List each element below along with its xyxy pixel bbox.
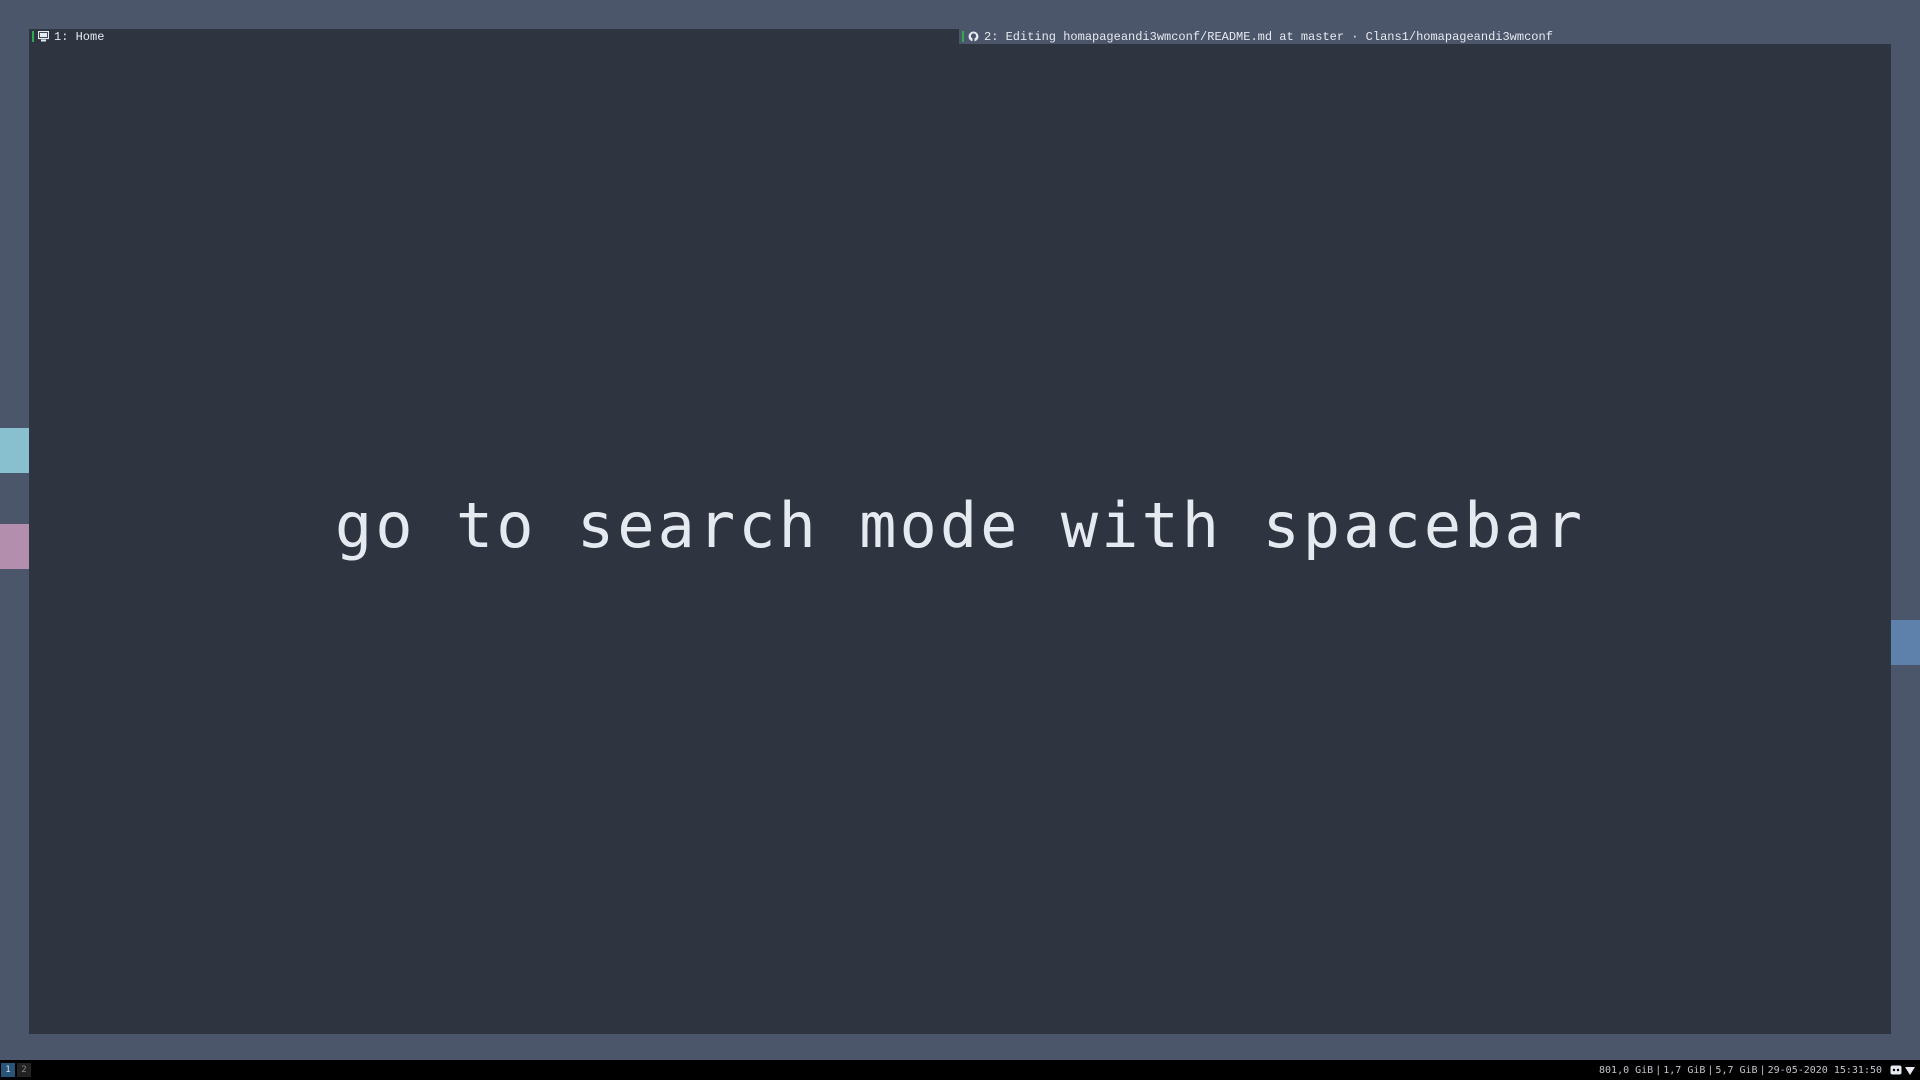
scratchpad-indicator-cyan[interactable]	[0, 428, 29, 473]
tab-marker	[962, 31, 964, 42]
window-content[interactable]: go to search mode with spacebar	[29, 44, 1891, 1034]
window-tab-editing[interactable]: 2: Editing homapageandi3wmconf/README.md…	[959, 29, 1891, 44]
github-icon	[968, 31, 979, 42]
workspace-button-1[interactable]: 1	[1, 1063, 15, 1077]
disk-usage: 801,0 GiB	[1599, 1064, 1654, 1076]
workspace-button-2[interactable]: 2	[17, 1063, 31, 1077]
memory-free: 5,7 GiB	[1715, 1064, 1758, 1076]
system-tray	[1888, 1064, 1916, 1076]
scratchpad-indicator-blue[interactable]	[1891, 620, 1920, 665]
memory-used: 1,7 GiB	[1663, 1064, 1706, 1076]
discord-icon[interactable]	[1890, 1064, 1902, 1076]
tab-marker	[32, 31, 34, 42]
window-tab-label: 1: Home	[54, 29, 105, 44]
main-window[interactable]: 1: Home 2: Editing homapageandi3wmconf/R…	[29, 29, 1891, 1034]
window-tab-label: 2: Editing homapageandi3wmconf/README.md…	[984, 29, 1553, 44]
search-mode-hint: go to search mode with spacebar	[334, 489, 1586, 562]
scratchpad-indicator-pink[interactable]	[0, 524, 29, 569]
window-title-bar: 1: Home 2: Editing homapageandi3wmconf/R…	[29, 29, 1891, 44]
status-separator: |	[1707, 1064, 1714, 1076]
workspace-list: 1 2	[1, 1063, 33, 1077]
status-separator: |	[1759, 1064, 1766, 1076]
status-bar: 1 2 801,0 GiB | 1,7 GiB | 5,7 GiB | 29-0…	[0, 1060, 1920, 1080]
datetime: 29-05-2020 15:31:50	[1767, 1064, 1882, 1076]
status-separator: |	[1655, 1064, 1662, 1076]
window-tab-home[interactable]: 1: Home	[29, 29, 959, 44]
terminal-icon	[37, 30, 50, 42]
network-icon[interactable]	[1904, 1064, 1916, 1076]
status-blocks: 801,0 GiB | 1,7 GiB | 5,7 GiB | 29-05-20…	[1599, 1064, 1920, 1076]
